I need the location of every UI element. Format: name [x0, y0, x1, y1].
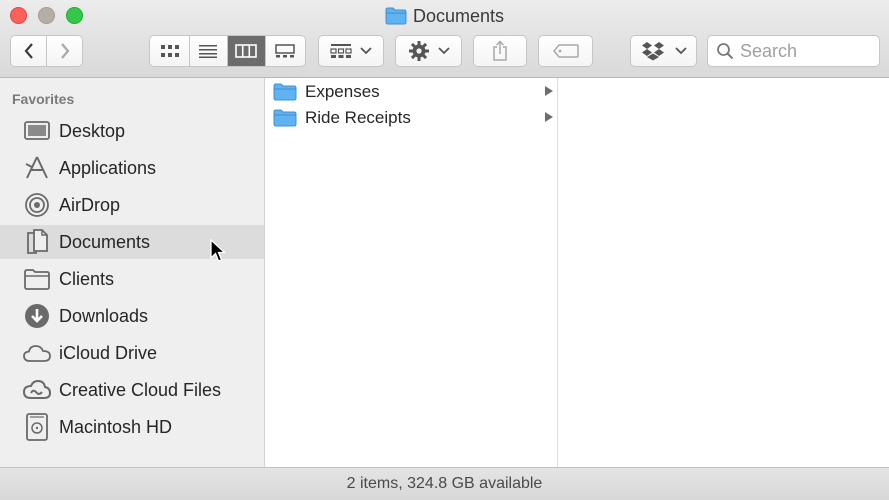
gallery-view-icon — [274, 44, 295, 58]
sidebar-item-airdrop[interactable]: AirDrop — [0, 188, 264, 222]
back-forward-control — [10, 35, 83, 67]
documents-icon — [23, 228, 51, 256]
share-icon — [493, 40, 507, 61]
chevron-down-icon — [437, 47, 450, 55]
sidebar-item-macintosh-hd[interactable]: Macintosh HD — [0, 410, 264, 444]
dropbox-icon — [641, 42, 664, 61]
sidebar-item-creative-cloud-files[interactable]: Creative Cloud Files — [0, 373, 264, 407]
sidebar-item-label: Macintosh HD — [59, 416, 173, 437]
window-title: Documents — [412, 6, 505, 26]
status-text: 2 items, 324.8 GB available — [346, 475, 543, 492]
view-mode-control — [149, 35, 306, 67]
sidebar-header-favorites: Favorites — [12, 91, 75, 107]
arrange-button[interactable] — [318, 35, 384, 67]
sidebar-item-label: Documents — [59, 231, 151, 252]
icon-view-button[interactable] — [152, 36, 190, 66]
sidebar: Favorites Desktop Applications AirDrop D… — [0, 78, 265, 467]
action-button[interactable] — [395, 35, 462, 67]
chevron-down-icon — [360, 47, 372, 55]
sidebar-item-label: iCloud Drive — [59, 342, 158, 363]
column-documents: Expenses Ride Receipts — [265, 78, 558, 467]
sidebar-item-downloads[interactable]: Downloads — [0, 299, 264, 333]
chevron-right-icon — [60, 43, 69, 59]
disclosure-arrow-icon — [545, 112, 553, 122]
chevron-down-icon — [674, 47, 687, 55]
list-item[interactable]: Expenses — [265, 79, 557, 105]
sidebar-item-label: AirDrop — [59, 194, 121, 215]
tags-button[interactable] — [538, 35, 593, 67]
folder-icon — [273, 109, 297, 127]
sidebar-item-label: Applications — [59, 157, 157, 178]
arrange-icon — [330, 44, 352, 58]
sidebar-item-label: Clients — [59, 268, 115, 289]
folder-name: Ride Receipts — [305, 108, 411, 127]
tag-icon — [552, 44, 579, 58]
search-field[interactable] — [707, 35, 880, 67]
share-button[interactable] — [473, 35, 527, 67]
icloud-icon — [23, 339, 51, 367]
downloads-icon — [23, 302, 51, 330]
status-bar: 2 items, 324.8 GB available — [0, 467, 889, 500]
forward-button[interactable] — [47, 36, 82, 66]
sidebar-item-label: Desktop — [59, 120, 126, 141]
sidebar-item-label: Creative Cloud Files — [59, 379, 222, 400]
sidebar-item-label: Downloads — [59, 305, 149, 326]
airdrop-icon — [23, 191, 51, 219]
window-title-area: Documents — [0, 4, 889, 28]
list-view-icon — [199, 45, 217, 58]
desktop-icon — [23, 117, 51, 145]
gear-icon — [408, 41, 429, 61]
list-view-button[interactable] — [190, 36, 228, 66]
sidebar-item-desktop[interactable]: Desktop — [0, 114, 264, 148]
finder-window: Documents Search Favorites Desktop Appli… — [0, 0, 889, 500]
hard-drive-icon — [23, 413, 51, 441]
creative-cloud-icon — [23, 376, 51, 404]
back-button[interactable] — [11, 36, 47, 66]
icon-view-icon — [161, 45, 179, 57]
sidebar-item-clients[interactable]: Clients — [0, 262, 264, 296]
search-input[interactable] — [740, 40, 870, 62]
chevron-left-icon — [24, 43, 33, 59]
gallery-view-button[interactable] — [266, 36, 304, 66]
folder-icon — [385, 7, 407, 25]
disclosure-arrow-icon — [545, 86, 553, 96]
dropbox-button[interactable] — [630, 35, 697, 67]
column-view-icon — [235, 44, 257, 58]
mouse-cursor-icon — [210, 239, 226, 262]
titlebar: Documents — [0, 0, 889, 78]
search-icon — [717, 43, 734, 60]
column-empty — [558, 78, 889, 467]
folder-icon — [23, 265, 51, 293]
list-item[interactable]: Ride Receipts — [265, 105, 557, 131]
folder-name: Expenses — [305, 82, 380, 101]
sidebar-item-icloud-drive[interactable]: iCloud Drive — [0, 336, 264, 370]
applications-icon — [23, 154, 51, 182]
sidebar-item-applications[interactable]: Applications — [0, 151, 264, 185]
folder-icon — [273, 83, 297, 101]
column-view-button[interactable] — [227, 36, 266, 66]
